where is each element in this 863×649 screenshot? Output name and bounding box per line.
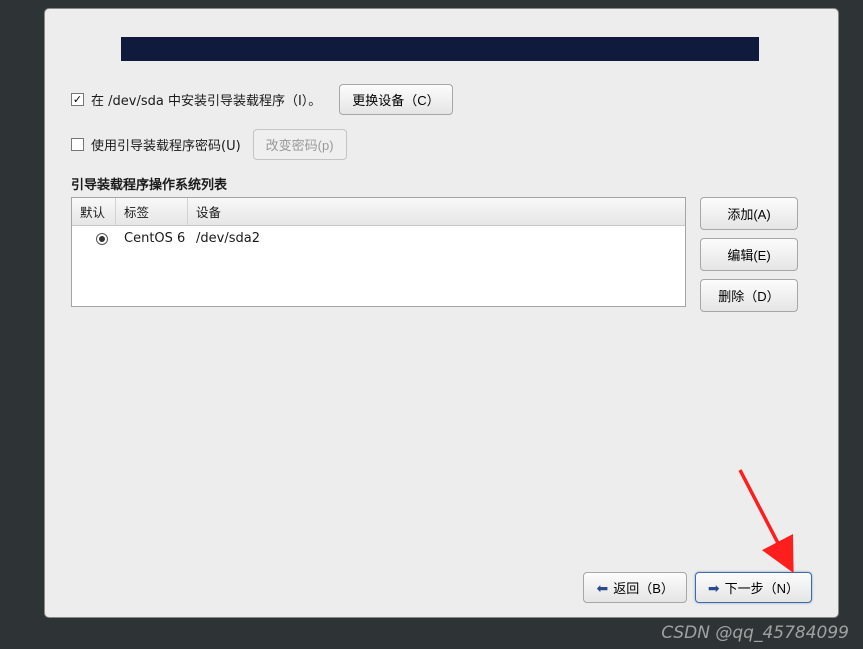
install-bootloader-label: 在 /dev/sda 中安装引导装载程序（I）。	[91, 90, 321, 109]
row-label-cell: CentOS 6	[124, 231, 196, 246]
use-password-checkbox[interactable]	[71, 138, 84, 151]
table-row[interactable]: CentOS 6 /dev/sda2	[72, 226, 685, 251]
back-label: 返回（B）	[613, 578, 674, 597]
back-button[interactable]: ⬅ 返回（B）	[583, 572, 686, 603]
content-area: 在 /dev/sda 中安装引导装载程序（I）。 更换设备（C） 使用引导装载程…	[71, 84, 812, 312]
change-device-label: 更换设备（C）	[352, 90, 439, 109]
delete-button[interactable]: 删除（D）	[700, 279, 798, 312]
row-device-cell: /dev/sda2	[196, 231, 677, 246]
table-header: 默认 标签 设备	[72, 198, 685, 226]
watermark-text: CSDN @qq_45784099	[661, 623, 849, 643]
add-button[interactable]: 添加(A)	[700, 197, 798, 230]
use-password-label: 使用引导装载程序密码(U)	[91, 135, 241, 154]
install-bootloader-row: 在 /dev/sda 中安装引导装载程序（I）。 更换设备（C）	[71, 84, 812, 115]
install-bootloader-checkbox[interactable]	[71, 93, 84, 106]
delete-label: 删除（D）	[718, 286, 779, 305]
side-buttons: 添加(A) 编辑(E) 删除（D）	[700, 197, 798, 312]
os-list-title: 引导装载程序操作系统列表	[71, 174, 812, 193]
change-password-button: 改变密码(p)	[253, 129, 347, 160]
header-banner	[121, 37, 759, 61]
row-default-cell	[80, 233, 124, 245]
change-password-label: 改变密码(p)	[266, 135, 334, 154]
password-row: 使用引导装载程序密码(U) 改变密码(p)	[71, 129, 812, 160]
edit-label: 编辑(E)	[727, 245, 770, 264]
next-label: 下一步（N）	[725, 578, 799, 597]
table-wrap: 默认 标签 设备 CentOS 6 /dev/sda2 添加(A) 编辑	[71, 197, 812, 312]
arrow-right-icon: ➡	[708, 581, 720, 595]
next-button[interactable]: ➡ 下一步（N）	[695, 572, 812, 603]
os-table: 默认 标签 设备 CentOS 6 /dev/sda2	[71, 197, 686, 307]
change-device-button[interactable]: 更换设备（C）	[339, 84, 452, 115]
footer-buttons: ⬅ 返回（B） ➡ 下一步（N）	[583, 572, 812, 603]
th-device[interactable]: 设备	[188, 198, 685, 225]
arrow-left-icon: ⬅	[596, 581, 608, 595]
default-radio[interactable]	[96, 233, 108, 245]
installer-window: 在 /dev/sda 中安装引导装载程序（I）。 更换设备（C） 使用引导装载程…	[44, 8, 839, 618]
th-default[interactable]: 默认	[72, 198, 116, 225]
add-label: 添加(A)	[727, 204, 770, 223]
th-label[interactable]: 标签	[116, 198, 188, 225]
edit-button[interactable]: 编辑(E)	[700, 238, 798, 271]
